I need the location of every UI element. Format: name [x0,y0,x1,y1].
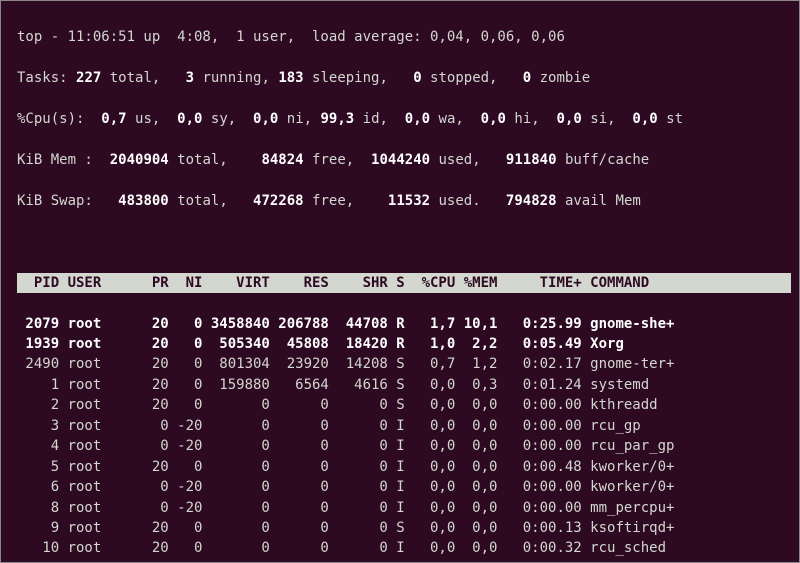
process-row[interactable]: 5 root 20 0 0 0 0 I 0,0 0,0 0:00.48 kwor… [17,457,791,477]
process-row[interactable]: 1 root 20 0 159880 6564 4616 S 0,0 0,3 0… [17,375,791,395]
process-row[interactable]: 10 root 20 0 0 0 0 I 0,0 0,0 0:00.32 rcu… [17,538,791,558]
process-row[interactable]: 9 root 20 0 0 0 0 S 0,0 0,0 0:00.13 ksof… [17,518,791,538]
process-row[interactable]: 8 root 0 -20 0 0 0 I 0,0 0,0 0:00.00 mm_… [17,498,791,518]
process-row[interactable]: 2490 root 20 0 801304 23920 14208 S 0,7 … [17,354,791,374]
summary-tasks: Tasks: 227 total, 3 running, 183 sleepin… [17,68,791,88]
terminal-window[interactable]: top - 11:06:51 up 4:08, 1 user, load ave… [0,0,800,563]
summary-line-1: top - 11:06:51 up 4:08, 1 user, load ave… [17,27,791,47]
summary-swap: KiB Swap: 483800 total, 472268 free, 115… [17,191,791,211]
process-row[interactable]: 3 root 0 -20 0 0 0 I 0,0 0,0 0:00.00 rcu… [17,416,791,436]
process-list: 2079 root 20 0 3458840 206788 44708 R 1,… [17,314,791,563]
process-row[interactable]: 2 root 20 0 0 0 0 S 0,0 0,0 0:00.00 kthr… [17,395,791,415]
process-row[interactable]: 2079 root 20 0 3458840 206788 44708 R 1,… [17,314,791,334]
column-header[interactable]: PID USER PR NI VIRT RES SHR S %CPU %MEM … [17,273,791,293]
summary-mem: KiB Mem : 2040904 total, 84824 free, 104… [17,150,791,170]
process-row[interactable]: 6 root 0 -20 0 0 0 I 0,0 0,0 0:00.00 kwo… [17,477,791,497]
summary-cpu: %Cpu(s): 0,7 us, 0,0 sy, 0,0 ni, 99,3 id… [17,109,791,129]
blank-line [17,232,791,252]
process-row[interactable]: 4 root 0 -20 0 0 0 I 0,0 0,0 0:00.00 rcu… [17,436,791,456]
process-row[interactable]: 1939 root 20 0 505340 45808 18420 R 1,0 … [17,334,791,354]
process-row[interactable]: 11 root 20 0 0 0 0 I 0,0 0,0 0:00.00 rcu… [17,559,791,563]
